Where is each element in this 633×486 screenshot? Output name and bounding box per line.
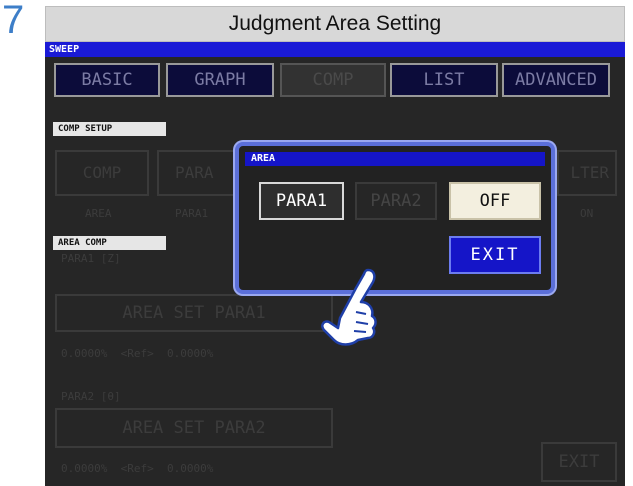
tab-list[interactable]: LIST bbox=[390, 63, 498, 97]
para2-option-button[interactable]: PARA2 bbox=[355, 182, 437, 220]
para1-label: PARA1 [Z] bbox=[61, 252, 121, 265]
area-set-para2-button[interactable]: AREA SET PARA2 bbox=[55, 408, 333, 448]
dialog-exit-button[interactable]: EXIT bbox=[449, 236, 541, 274]
para-button[interactable]: PARA bbox=[157, 150, 237, 196]
area-comp-section-label: AREA COMP bbox=[53, 236, 166, 250]
pointing-hand-icon bbox=[321, 268, 377, 346]
filter-button[interactable]: LTER bbox=[557, 150, 617, 196]
para1-values: 0.0000% <Ref> 0.0000% bbox=[61, 347, 214, 360]
para1-option-button[interactable]: PARA1 bbox=[259, 182, 344, 220]
para2-label: PARA2 [θ] bbox=[61, 390, 121, 403]
off-option-button[interactable]: OFF bbox=[449, 182, 541, 220]
instrument-screen: SWEEP BASIC GRAPH COMP LIST ADVANCED COM… bbox=[45, 42, 625, 486]
tab-advanced[interactable]: ADVANCED bbox=[502, 63, 610, 97]
area-set-para1-button[interactable]: AREA SET PARA1 bbox=[55, 294, 333, 332]
page-title: Judgment Area Setting bbox=[45, 6, 625, 42]
filter-value: ON bbox=[580, 207, 594, 220]
comp-button[interactable]: COMP bbox=[55, 150, 149, 196]
para2-values: 0.0000% <Ref> 0.0000% bbox=[61, 462, 214, 475]
area-dialog: AREA PARA1 PARA2 OFF EXIT bbox=[235, 142, 555, 294]
exit-button[interactable]: EXIT bbox=[541, 442, 617, 482]
tab-graph[interactable]: GRAPH bbox=[166, 63, 274, 97]
sweep-mode-bar: SWEEP bbox=[45, 42, 625, 57]
comp-value: AREA bbox=[85, 207, 112, 220]
tab-comp[interactable]: COMP bbox=[280, 63, 386, 97]
tab-basic[interactable]: BASIC bbox=[54, 63, 160, 97]
para-value: PARA1 bbox=[175, 207, 209, 220]
comp-setup-section-label: COMP SETUP bbox=[53, 122, 166, 136]
area-dialog-title: AREA bbox=[245, 152, 545, 166]
step-number: 7 bbox=[2, 0, 25, 42]
